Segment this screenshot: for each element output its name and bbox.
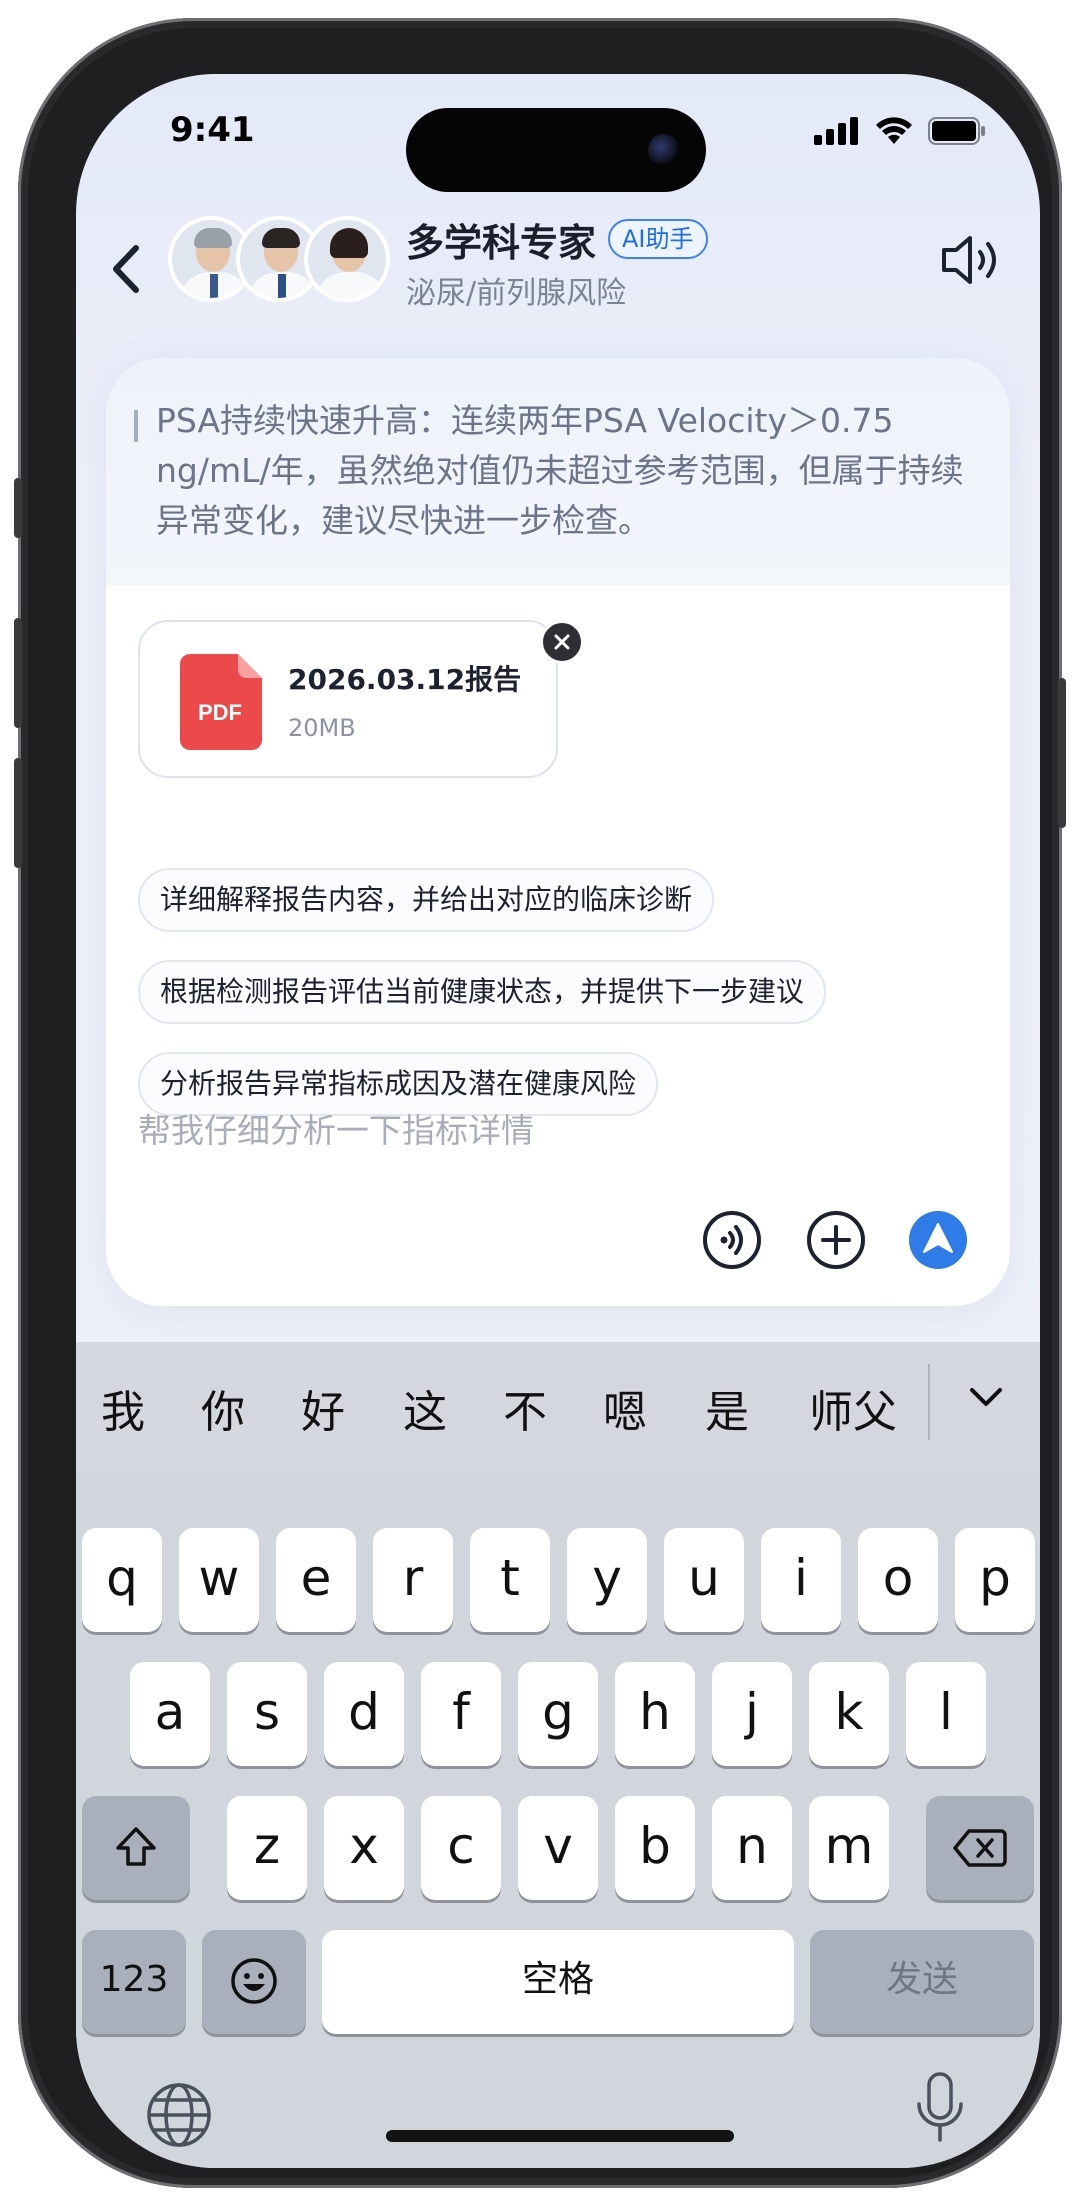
candidate-word[interactable]: 师父: [798, 1376, 908, 1440]
candidate-divider: [928, 1364, 930, 1440]
key-x[interactable]: x: [324, 1796, 404, 1900]
status-time: 9:41: [170, 110, 255, 150]
key-s[interactable]: s: [227, 1662, 307, 1766]
pdf-label: PDF: [198, 700, 242, 725]
emoji-icon: [231, 1958, 277, 2004]
space-key[interactable]: 空格: [322, 1930, 794, 2034]
key-c[interactable]: c: [421, 1796, 501, 1900]
battery-icon: [928, 117, 985, 145]
speaker-icon[interactable]: [938, 230, 1002, 290]
delete-key[interactable]: [926, 1796, 1034, 1900]
key-f[interactable]: f: [421, 1662, 501, 1766]
remove-attachment-button[interactable]: [540, 620, 584, 664]
key-q[interactable]: q: [82, 1528, 162, 1632]
attachment-card[interactable]: PDF 2026.03.12报告 20MB: [138, 620, 558, 778]
send-icon[interactable]: [908, 1210, 968, 1270]
key-h[interactable]: h: [615, 1662, 695, 1766]
key-m[interactable]: m: [809, 1796, 889, 1900]
expert-avatars: [168, 216, 398, 308]
key-t[interactable]: t: [470, 1528, 550, 1632]
action-button: [14, 478, 22, 538]
quote-bar: [134, 410, 138, 442]
voice-input-icon[interactable]: [702, 1210, 762, 1270]
key-k[interactable]: k: [809, 1662, 889, 1766]
key-n[interactable]: n: [712, 1796, 792, 1900]
message-input[interactable]: 帮我仔细分析一下指标详情: [138, 1104, 534, 1152]
key-w[interactable]: w: [179, 1528, 259, 1632]
candidate-word[interactable]: 这: [390, 1376, 460, 1440]
key-r[interactable]: r: [373, 1528, 453, 1632]
avatar: [304, 216, 390, 302]
send-key[interactable]: 发送: [810, 1930, 1034, 2034]
attachment-name: 2026.03.12报告: [288, 663, 522, 696]
power-button: [1058, 678, 1066, 828]
dynamic-island: [406, 108, 706, 192]
key-d[interactable]: d: [324, 1662, 404, 1766]
candidate-word[interactable]: 你: [188, 1376, 258, 1440]
key-v[interactable]: v: [518, 1796, 598, 1900]
key-z[interactable]: z: [227, 1796, 307, 1900]
volume-up-button: [14, 618, 22, 728]
header-title-row: 多学科专家 AI助手: [406, 212, 708, 266]
globe-icon[interactable]: [144, 2080, 214, 2150]
candidate-word[interactable]: 好: [288, 1376, 358, 1440]
key-e[interactable]: e: [276, 1528, 356, 1632]
home-indicator[interactable]: [386, 2130, 734, 2142]
key-l[interactable]: l: [906, 1662, 986, 1766]
signal-icon: [814, 117, 858, 145]
key-i[interactable]: i: [761, 1528, 841, 1632]
attachment-size: 20MB: [288, 714, 356, 742]
status-icons: [814, 116, 986, 146]
volume-down-button: [14, 758, 22, 868]
shift-icon: [116, 1827, 156, 1866]
back-icon[interactable]: [102, 234, 152, 304]
shift-key[interactable]: [82, 1796, 190, 1900]
quoted-text: PSA持续快速升高：连续两年PSA Velocity＞0.75 ng/mL/年，…: [156, 401, 964, 540]
key-o[interactable]: o: [858, 1528, 938, 1632]
candidate-bar: 我 你 好 这 不 嗯 是 师父: [76, 1342, 1040, 1472]
suggestion-chip[interactable]: 详细解释报告内容，并给出对应的临床诊断: [138, 868, 715, 932]
key-a[interactable]: a: [130, 1662, 210, 1766]
candidate-word[interactable]: 不: [490, 1376, 560, 1440]
phone-frame: 9:41 多学科专家 AI助手 泌尿/前列腺风险 PSA持续快速升高：连续两年P…: [14, 18, 1066, 2188]
keyboard: 我 你 好 这 不 嗯 是 师父 q w e r t y u i o p a s…: [76, 1342, 1040, 2168]
emoji-key[interactable]: [202, 1930, 306, 2034]
backspace-icon: [953, 1829, 1007, 1867]
close-icon: [554, 634, 570, 650]
page-subtitle: 泌尿/前列腺风险: [406, 276, 627, 311]
candidate-word[interactable]: 是: [692, 1376, 762, 1440]
quoted-message: PSA持续快速升高：连续两年PSA Velocity＞0.75 ng/mL/年，…: [106, 358, 1010, 586]
add-icon[interactable]: [806, 1210, 866, 1270]
key-b[interactable]: b: [615, 1796, 695, 1900]
key-p[interactable]: p: [955, 1528, 1035, 1632]
wifi-icon: [876, 117, 912, 144]
microphone-icon[interactable]: [912, 2070, 968, 2148]
candidate-word[interactable]: 我: [88, 1376, 158, 1440]
key-y[interactable]: y: [567, 1528, 647, 1632]
key-u[interactable]: u: [664, 1528, 744, 1632]
page-title: 多学科专家: [406, 220, 597, 265]
candidate-word[interactable]: 嗯: [590, 1376, 660, 1440]
numbers-key[interactable]: 123: [82, 1930, 186, 2034]
chat-input-card: PSA持续快速升高：连续两年PSA Velocity＞0.75 ng/mL/年，…: [106, 358, 1010, 1306]
suggestion-chip[interactable]: 根据检测报告评估当前健康状态，并提供下一步建议: [138, 960, 827, 1024]
key-g[interactable]: g: [518, 1662, 598, 1766]
chevron-down-icon[interactable]: [960, 1372, 1012, 1424]
ai-badge: AI助手: [608, 219, 708, 259]
screen: 9:41 多学科专家 AI助手 泌尿/前列腺风险 PSA持续快速升高：连续两年P…: [76, 74, 1040, 2168]
pdf-icon: PDF: [180, 654, 262, 750]
camera-icon: [648, 134, 680, 166]
key-j[interactable]: j: [712, 1662, 792, 1766]
